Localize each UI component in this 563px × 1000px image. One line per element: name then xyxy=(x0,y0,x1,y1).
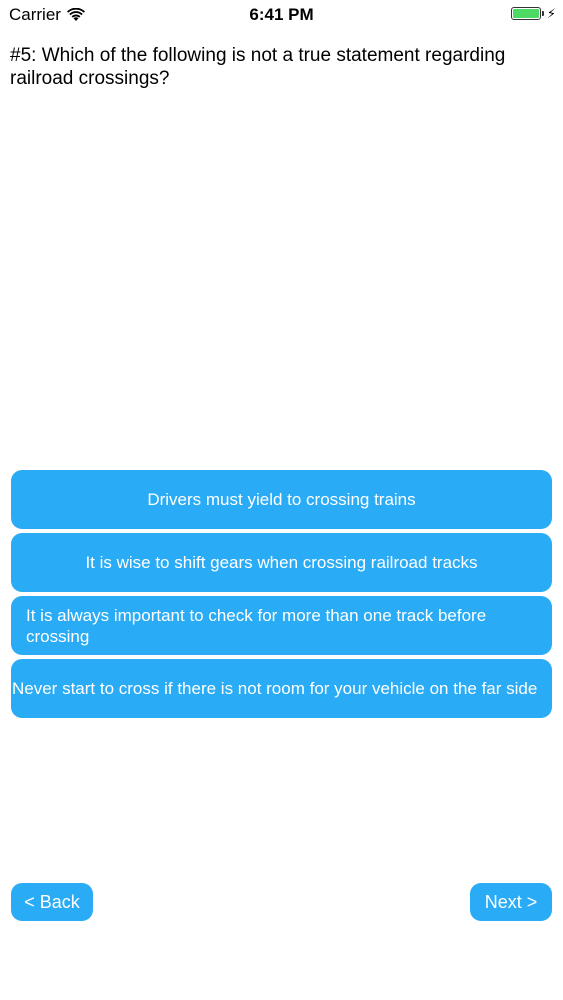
battery-icon xyxy=(510,7,541,20)
status-bar: Carrier 6:41 PM ⚡ xyxy=(0,0,563,30)
answer-list: Drivers must yield to crossing trains It… xyxy=(11,470,552,722)
clock: 6:41 PM xyxy=(249,5,314,24)
answer-button-2[interactable]: It is wise to shift gears when crossing … xyxy=(11,533,552,592)
back-button[interactable]: < Back xyxy=(11,883,93,921)
question-text: #5: Which of the following is not a true… xyxy=(10,45,506,89)
answer-button-3[interactable]: It is always important to check for more… xyxy=(11,596,552,655)
next-button[interactable]: Next > xyxy=(470,883,552,921)
battery-level xyxy=(512,9,539,18)
battery-indicator: ⚡ xyxy=(510,6,556,21)
answer-button-4[interactable]: Never start to cross if there is not roo… xyxy=(11,659,552,718)
quiz-screen: Carrier 6:41 PM ⚡ #5: Which of the follo… xyxy=(0,0,563,1000)
answer-button-1[interactable]: Drivers must yield to crossing trains xyxy=(11,470,552,529)
battery-cap xyxy=(541,11,544,16)
bolt-icon: ⚡ xyxy=(546,6,556,21)
